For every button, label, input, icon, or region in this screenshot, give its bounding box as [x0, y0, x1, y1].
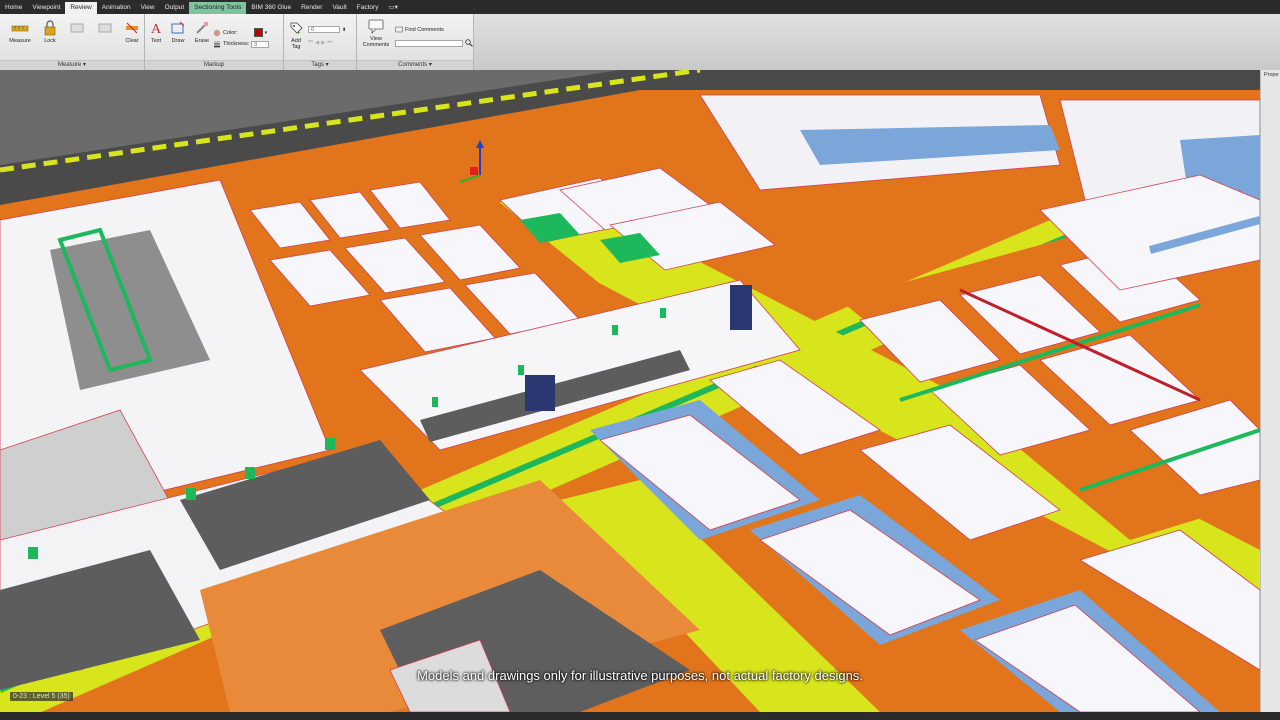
draw-label: Draw [171, 38, 185, 44]
clear-icon [126, 22, 138, 34]
tab-animation[interactable]: Animation [97, 2, 136, 14]
measure-panel: Measure Lock Clear Measure ▾ [0, 14, 145, 70]
thickness-input[interactable]: 3 [251, 40, 270, 48]
tab-view[interactable]: View [136, 2, 160, 14]
measure-transform-icon [98, 23, 112, 33]
view-comments-button[interactable]: View Comments [360, 18, 392, 48]
thickness-icon [214, 41, 220, 48]
factory-model-scene [0, 70, 1260, 712]
blue-door [730, 285, 752, 330]
find-comments-label: Find Comments [405, 27, 444, 33]
first-tag-icon[interactable]: ⏮ [308, 39, 313, 46]
properties-label: Prope [1264, 72, 1279, 78]
tab-bim-360-glue[interactable]: BIM 360 Glue [246, 2, 296, 14]
tab-output[interactable]: Output [160, 2, 190, 14]
previous-tag-icon[interactable]: ◀ [315, 40, 319, 46]
tab-viewpoint[interactable]: Viewpoint [27, 2, 65, 14]
measure-button[interactable]: Measure [6, 20, 34, 44]
tab-review[interactable]: Review [65, 2, 97, 14]
tag-id-input[interactable]: 0 [308, 26, 340, 33]
color-swatch[interactable] [253, 28, 263, 37]
find-comments-icon [395, 26, 403, 33]
level-badge: 0-23 : Level 5 (35) [10, 692, 73, 701]
erase-icon [196, 22, 208, 34]
video-caption: Models and drawings only for illustrativ… [417, 668, 863, 683]
status-bar [0, 712, 1280, 720]
measure-icon [11, 25, 29, 32]
tab-sectioning-tools[interactable]: Sectioning Tools [189, 2, 247, 14]
markup-panel-footer: Markup [145, 60, 283, 70]
ribbon-empty-area [474, 14, 1280, 70]
markup-panel: A Text Draw Erase Color: ▾ Thickness: 3 … [145, 14, 284, 70]
tag-icon: + [290, 22, 303, 36]
tag-id-row: 0 ⬍ [308, 26, 346, 33]
ribbon-options-icon[interactable]: ▭▾ [383, 2, 402, 14]
comments-panel: View Comments Find Comments Comments ▾ [357, 14, 474, 70]
markup-thickness-row: Thickness: 3 [213, 40, 270, 48]
color-label: Color: [223, 29, 238, 36]
markup-color-row: Color: ▾ [213, 28, 267, 37]
last-tag-icon[interactable]: ⏭ [327, 39, 332, 46]
color-palette-icon [213, 29, 221, 36]
view-comments-label: View Comments [362, 36, 390, 48]
clear-label: Clear [125, 38, 139, 44]
measure-label: Measure [9, 38, 31, 44]
color-dropdown-icon[interactable]: ▾ [265, 30, 268, 36]
svg-text:+: + [297, 31, 301, 36]
comments-search-input[interactable] [395, 39, 463, 47]
tag-spinner-icon[interactable]: ⬍ [342, 27, 346, 33]
tab-factory[interactable]: Factory [352, 2, 384, 14]
lock-button[interactable]: Lock [38, 20, 62, 44]
tab-vault[interactable]: Vault [327, 2, 351, 14]
measure-tool-1-button[interactable] [64, 20, 90, 38]
comments-search-row [395, 39, 473, 47]
erase-label: Erase [194, 38, 210, 44]
measure-tool-2-button[interactable] [92, 20, 118, 38]
3d-viewport[interactable] [0, 70, 1260, 712]
text-button[interactable]: A Text [147, 20, 165, 44]
svg-text:A: A [151, 22, 162, 36]
ribbon-tab-bar: Home Viewpoint Review Animation View Output Se… [0, 0, 1280, 14]
draw-button[interactable]: Draw [167, 20, 189, 44]
lock-icon [44, 20, 56, 36]
text-label: Text [150, 38, 162, 44]
tab-render[interactable]: Render [296, 2, 327, 14]
lock-label: Lock [44, 38, 56, 44]
measure-panel-footer[interactable]: Measure ▾ [0, 60, 144, 70]
search-icon[interactable] [465, 39, 473, 47]
properties-panel-collapsed[interactable]: Prope [1260, 70, 1280, 720]
draw-icon [171, 21, 185, 34]
clear-button[interactable]: Clear [120, 20, 144, 44]
tab-home[interactable]: Home [0, 2, 27, 14]
comments-panel-footer[interactable]: Comments ▾ [357, 60, 473, 70]
add-tag-label: Add Tag [291, 38, 301, 50]
ribbon: Measure Lock Clear Measure ▾ A Text Draw [0, 14, 1280, 70]
blue-door [525, 375, 555, 411]
tags-panel: + Add Tag 0 ⬍ ⏮ ◀ ▶ ⏭ Tags ▾ [284, 14, 357, 70]
tags-panel-footer[interactable]: Tags ▾ [284, 60, 356, 70]
next-tag-icon[interactable]: ▶ [321, 40, 325, 46]
tag-navigation-row: ⏮ ◀ ▶ ⏭ [308, 39, 332, 46]
measure-distance-icon [70, 23, 84, 33]
comments-icon [368, 19, 384, 34]
thickness-label: Thickness: [223, 41, 250, 47]
find-comments-row[interactable]: Find Comments [395, 26, 444, 34]
erase-button[interactable]: Erase [191, 20, 213, 44]
add-tag-button[interactable]: + Add Tag [286, 20, 306, 50]
text-icon: A [151, 22, 162, 36]
